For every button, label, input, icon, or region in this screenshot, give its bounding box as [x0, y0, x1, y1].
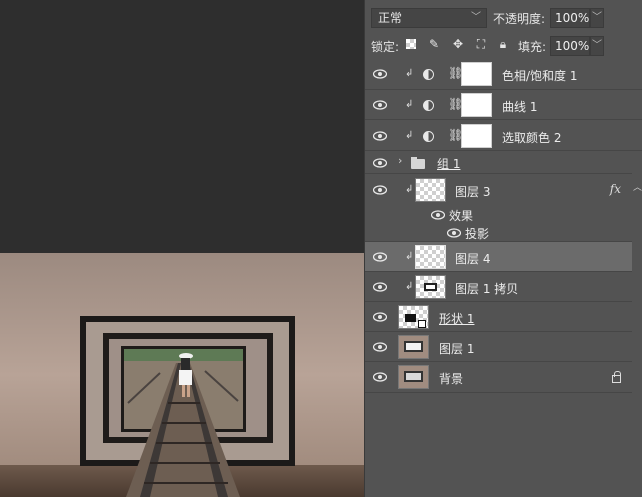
fill-chevron-icon[interactable]: ﹀: [590, 36, 604, 56]
layer-name[interactable]: 图层 1: [439, 340, 474, 357]
eye-icon[interactable]: [373, 252, 387, 262]
clip-arrow-icon: ↲: [405, 251, 414, 262]
layer-name[interactable]: 组 1: [437, 155, 460, 172]
opacity-label: 不透明度:: [493, 12, 546, 26]
fill-input[interactable]: 100%: [550, 36, 590, 56]
clip-arrow-icon: ↲: [405, 99, 414, 110]
photo-artwork: [0, 253, 364, 497]
adjustment-icon: [423, 69, 434, 80]
layer-mask-thumbnail[interactable]: [461, 124, 492, 148]
eye-icon[interactable]: [373, 372, 387, 382]
layer-row-group[interactable]: › 组 1: [365, 151, 642, 174]
clip-arrow-icon: ↲: [405, 130, 414, 141]
lock-icon: [612, 371, 621, 383]
blend-mode-value: 正常: [378, 11, 403, 25]
chevron-right-icon[interactable]: ›: [398, 154, 402, 167]
lock-fill-row: 锁定: ✎ ✥ ⛶ 🔒︎ 填充: 100% ﹀: [365, 36, 642, 56]
chevron-down-icon: ﹀: [471, 12, 481, 23]
scroll-up-icon[interactable]: ︿: [633, 180, 642, 193]
eye-icon[interactable]: [373, 158, 387, 168]
layer-thumbnail[interactable]: [415, 178, 446, 202]
layer-thumbnail[interactable]: [398, 365, 429, 389]
lock-move-icon[interactable]: ✥: [451, 37, 465, 51]
layer-row-curves[interactable]: ↲ ⛓︎ 曲线 1: [365, 90, 642, 120]
adjustment-icon: [423, 131, 434, 142]
effect-drop-shadow-row[interactable]: 投影: [365, 224, 642, 242]
eye-icon[interactable]: [373, 131, 387, 141]
layer-thumbnail[interactable]: [415, 275, 446, 299]
eye-icon[interactable]: [373, 342, 387, 352]
layer-row-layer-3[interactable]: ↲ 图层 3 fx: [365, 174, 642, 206]
layer-name[interactable]: 图层 4: [455, 250, 490, 267]
opacity-input[interactable]: 100%: [550, 8, 590, 28]
eye-icon[interactable]: [373, 100, 387, 110]
clip-arrow-icon: ↲: [405, 68, 414, 79]
layer-name[interactable]: 色相/饱和度 1: [502, 67, 578, 84]
layer-name[interactable]: 曲线 1: [502, 98, 537, 115]
eye-icon[interactable]: [447, 228, 461, 238]
layer-thumbnail[interactable]: [398, 335, 429, 359]
layer-row-hue-saturation[interactable]: ↲ ⛓︎ 色相/饱和度 1: [365, 58, 642, 90]
shape-thumbnail[interactable]: [398, 305, 429, 329]
layer-name[interactable]: 形状 1: [439, 310, 474, 327]
fill-label: 填充:: [518, 40, 547, 54]
lock-brush-icon[interactable]: ✎: [427, 37, 441, 51]
eye-icon[interactable]: [373, 282, 387, 292]
canvas-photo: [0, 253, 364, 497]
eye-icon[interactable]: [373, 312, 387, 322]
eye-icon[interactable]: [373, 69, 387, 79]
fx-icon[interactable]: fx: [610, 182, 621, 196]
layer-row-layer-1[interactable]: 图层 1: [365, 332, 642, 362]
blend-mode-select[interactable]: 正常 ﹀: [371, 8, 487, 28]
clip-arrow-icon: ↲: [405, 281, 414, 292]
blend-opacity-row: 正常 ﹀ 不透明度: 100% ﹀: [365, 0, 642, 36]
adjustment-icon: [423, 100, 434, 111]
layer-thumbnail[interactable]: [415, 245, 446, 269]
layer-name[interactable]: 背景: [439, 370, 463, 387]
layer-mask-thumbnail[interactable]: [461, 93, 492, 117]
layer-row-layer-1-copy[interactable]: ↲ 图层 1 拷贝: [365, 272, 642, 302]
eye-icon[interactable]: [373, 185, 387, 195]
layer-row-selective-color[interactable]: ↲ ⛓︎ 选取颜色 2: [365, 120, 642, 151]
opacity-chevron-icon[interactable]: ﹀: [590, 8, 604, 28]
layer-row-background[interactable]: 背景: [365, 362, 642, 393]
eye-icon[interactable]: [431, 210, 445, 220]
drop-shadow-label[interactable]: 投影: [465, 225, 489, 242]
layer-mask-thumbnail[interactable]: [461, 62, 492, 86]
layers-scrollbar[interactable]: ︿: [632, 170, 642, 497]
lock-label: 锁定:: [371, 40, 400, 54]
layer-name[interactable]: 图层 3: [455, 183, 490, 200]
layer-name[interactable]: 选取颜色 2: [502, 129, 561, 146]
clip-arrow-icon: ↲: [405, 184, 414, 195]
effects-row[interactable]: 效果: [365, 206, 642, 224]
layer-row-shape-1[interactable]: 形状 1: [365, 302, 642, 332]
lock-transparent-icon[interactable]: [406, 39, 416, 49]
folder-icon: [411, 157, 425, 169]
layers-panel: 正常 ﹀ 不透明度: 100% ﹀ 锁定: ✎ ✥ ⛶ 🔒︎ 填充: 100% …: [364, 0, 642, 497]
layer-name[interactable]: 图层 1 拷贝: [455, 280, 518, 297]
document-canvas[interactable]: [0, 0, 364, 497]
layer-row-layer-4[interactable]: ↲ 图层 4: [365, 242, 642, 272]
lock-artboard-icon[interactable]: ⛶: [474, 37, 488, 51]
lock-all-icon[interactable]: 🔒︎: [496, 37, 510, 51]
effects-label[interactable]: 效果: [449, 207, 473, 224]
